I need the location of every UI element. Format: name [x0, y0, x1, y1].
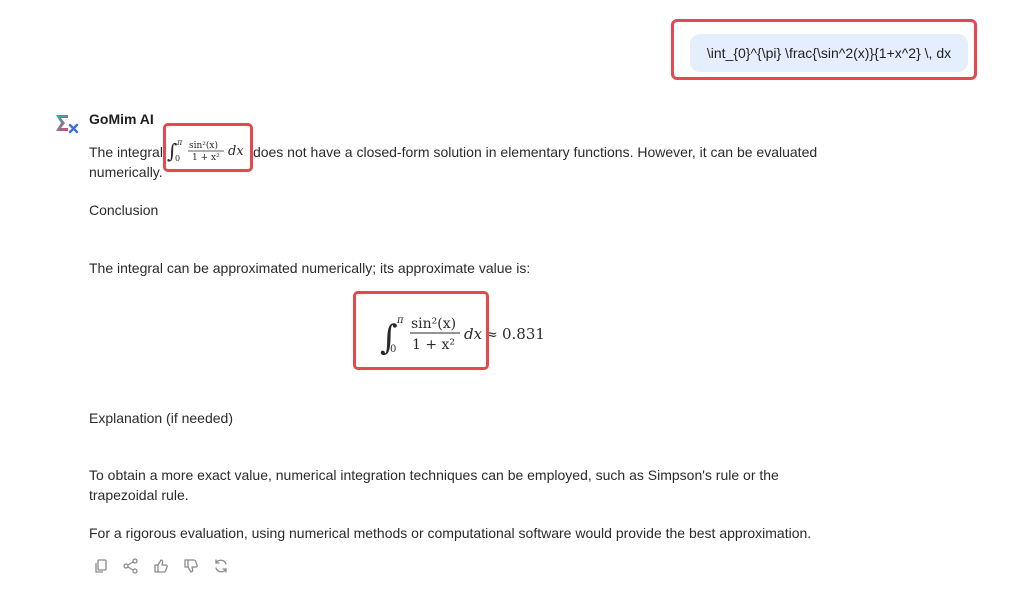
highlight-box-display-formula	[353, 291, 489, 370]
share-icon	[123, 558, 138, 574]
chat-page: \int_{0}^{\pi} \frac{\sin^2(x)}{1+x^2} \…	[0, 0, 1015, 610]
thumbs-down-icon	[184, 559, 198, 573]
regenerate-icon	[215, 559, 227, 573]
thumbs-up-icon	[154, 559, 168, 573]
heading-explanation: Explanation (if needed)	[89, 410, 233, 426]
share-button[interactable]	[122, 557, 140, 575]
message-actions-toolbar	[92, 557, 230, 575]
highlight-box-user-message	[671, 19, 977, 80]
para1-line2-text: numerically.	[89, 164, 163, 180]
assistant-name: GoMim AI	[89, 111, 154, 127]
response-paragraph-4: For a rigorous evaluation, using numeric…	[89, 525, 812, 541]
copy-icon	[95, 559, 107, 573]
para1-before-text: The integral	[89, 144, 163, 160]
thumbs-up-button[interactable]	[152, 557, 170, 575]
highlight-box-inline-formula	[163, 123, 253, 172]
para3-line1-text: To obtain a more exact value, numerical …	[89, 467, 779, 483]
approx-value: 0.831	[502, 325, 545, 343]
response-paragraph-3: To obtain a more exact value, numerical …	[89, 465, 829, 505]
regenerate-button[interactable]	[212, 557, 230, 575]
thumbs-down-button[interactable]	[182, 557, 200, 575]
sigma-x-logo	[56, 115, 79, 134]
copy-button[interactable]	[92, 557, 110, 575]
para3-line2-text: trapezoidal rule.	[89, 487, 189, 503]
para1-after-text: does not have a closed-form solution in …	[252, 144, 818, 160]
heading-conclusion: Conclusion	[89, 202, 159, 218]
response-paragraph-2: The integral can be approximated numeric…	[89, 260, 531, 276]
